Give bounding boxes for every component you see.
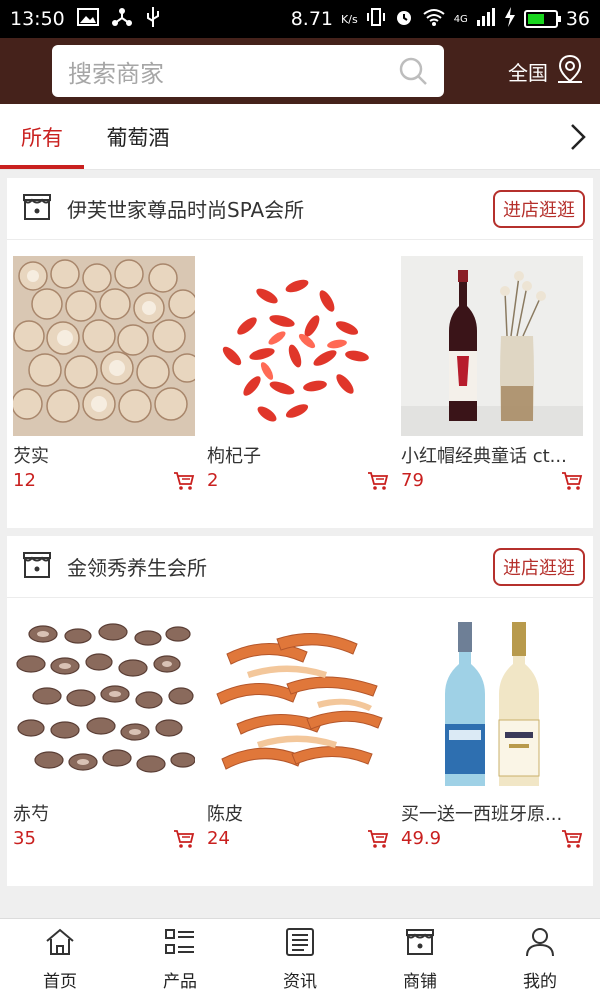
product-name: 陈皮 <box>207 804 243 825</box>
nav-home-label: 首页 <box>43 972 77 992</box>
product-image-goji[interactable] <box>207 256 389 436</box>
region-label: 全国 <box>508 60 548 85</box>
nav-profile[interactable]: 我的 <box>480 919 600 1000</box>
cart-icon[interactable] <box>561 829 583 849</box>
alarm-icon <box>394 7 414 32</box>
category-tabs: 所有 葡萄酒 <box>0 104 600 170</box>
nav-news-label: 资讯 <box>283 972 317 992</box>
cart-icon[interactable] <box>561 471 583 491</box>
shop-card: 伊芙世家尊品时尚SPA会所 进店逛逛 芡实 12 枸杞子 2 小红帽经典童话 c… <box>7 178 593 528</box>
battery-level: 36 <box>565 8 590 30</box>
network-speed-unit: K/s <box>341 12 358 26</box>
product-list: 赤芍 35 陈皮 24 买一送一西班牙原... 49.9 <box>7 598 593 849</box>
share-icon <box>111 7 133 32</box>
status-bar: 13:50 8.71 K/s 4G 36 <box>0 0 600 38</box>
visit-shop-button[interactable]: 进店逛逛 <box>493 547 585 586</box>
product-name: 芡实 <box>13 446 49 467</box>
nav-products-label: 产品 <box>163 972 197 992</box>
nav-home[interactable]: 首页 <box>0 919 120 1000</box>
region-selector[interactable]: 全国 <box>508 54 584 89</box>
visit-shop-button[interactable]: 进店逛逛 <box>493 189 585 228</box>
search-input[interactable]: 搜索商家 <box>52 45 444 97</box>
user-icon <box>524 927 556 961</box>
nav-profile-label: 我的 <box>523 972 557 992</box>
product-item[interactable]: 陈皮 24 <box>207 614 389 849</box>
status-time: 13:50 <box>10 8 65 30</box>
shop-header[interactable]: 金领秀养生会所 进店逛逛 <box>7 536 593 598</box>
signal-icon <box>476 7 496 31</box>
product-price: 79 <box>401 470 424 491</box>
product-price: 35 <box>13 828 36 849</box>
shop-name: 金领秀养生会所 <box>67 556 207 580</box>
search-placeholder: 搜索商家 <box>68 59 164 88</box>
nav-stores[interactable]: 商铺 <box>360 919 480 1000</box>
product-item[interactable]: 枸杞子 2 <box>207 256 389 491</box>
product-item[interactable]: 赤芍 35 <box>13 614 195 849</box>
store-icon <box>404 927 436 961</box>
tab-all[interactable]: 所有 <box>0 104 84 169</box>
cart-icon[interactable] <box>367 471 389 491</box>
news-icon <box>284 927 316 961</box>
list-icon <box>164 927 196 961</box>
nav-news[interactable]: 资讯 <box>240 919 360 1000</box>
bottom-nav: 首页 产品 资讯 商铺 我的 <box>0 918 600 1000</box>
product-price: 12 <box>13 470 36 491</box>
store-icon <box>21 549 53 585</box>
cart-icon[interactable] <box>367 829 389 849</box>
tab-wine[interactable]: 葡萄酒 <box>96 104 180 169</box>
product-name: 小红帽经典童话 ct... <box>401 446 567 467</box>
wifi-icon <box>422 8 446 31</box>
battery-icon <box>523 10 561 28</box>
product-image-wine[interactable] <box>401 256 583 436</box>
usb-icon <box>145 6 161 33</box>
product-image-tangerine-peel[interactable] <box>207 614 389 794</box>
product-name: 枸杞子 <box>207 446 261 467</box>
charging-icon <box>504 6 516 32</box>
nav-products[interactable]: 产品 <box>120 919 240 1000</box>
product-price: 24 <box>207 828 230 849</box>
shop-header[interactable]: 伊芙世家尊品时尚SPA会所 进店逛逛 <box>7 178 593 240</box>
product-item[interactable]: 芡实 12 <box>13 256 195 491</box>
network-speed: 8.71 <box>290 8 334 30</box>
home-icon <box>44 927 76 961</box>
product-price: 49.9 <box>401 828 442 849</box>
product-name: 赤芍 <box>13 804 49 825</box>
product-list: 芡实 12 枸杞子 2 小红帽经典童话 ct... 79 <box>7 240 593 491</box>
location-pin-icon <box>556 54 584 89</box>
cart-icon[interactable] <box>173 829 195 849</box>
product-item[interactable]: 买一送一西班牙原... 49.9 <box>401 614 583 849</box>
cart-icon[interactable] <box>173 471 195 491</box>
shop-name: 伊芙世家尊品时尚SPA会所 <box>67 198 305 222</box>
product-name: 买一送一西班牙原... <box>401 804 563 825</box>
network-type: 4G <box>453 13 468 25</box>
nav-stores-label: 商铺 <box>403 972 437 992</box>
product-price: 2 <box>207 470 219 491</box>
search-icon[interactable] <box>398 56 428 86</box>
product-image-red-peony[interactable] <box>13 614 195 794</box>
shop-card: 金领秀养生会所 进店逛逛 赤芍 35 陈皮 24 买一送一西班牙原... 49.… <box>7 536 593 886</box>
chevron-right-icon[interactable] <box>568 122 588 156</box>
product-image-fox-nut[interactable] <box>13 256 195 436</box>
product-item[interactable]: 小红帽经典童话 ct... 79 <box>401 256 583 491</box>
app-header: 搜索商家 全国 <box>0 38 600 104</box>
product-image-sparkling-wine[interactable] <box>401 614 583 794</box>
store-icon <box>21 191 53 227</box>
vibrate-icon <box>366 7 386 32</box>
image-icon <box>76 7 99 31</box>
